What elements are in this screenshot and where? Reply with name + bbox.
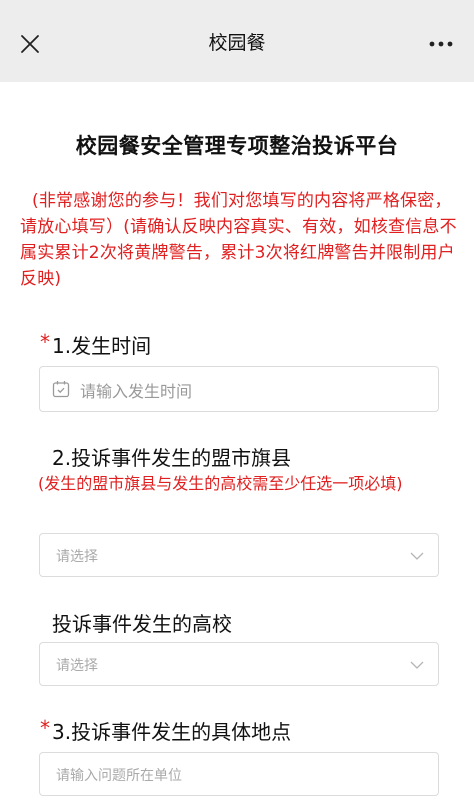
chevron-down-icon xyxy=(410,661,424,669)
question-2-note: (发生的盟市旗县与发生的高校需至少任选一项必填) xyxy=(38,472,458,496)
time-input-placeholder: 请输入发生时间 xyxy=(80,378,192,402)
location-input-placeholder: 请输入问题所在单位 xyxy=(56,765,182,785)
nav-title: 校园餐 xyxy=(0,28,474,55)
chevron-down-icon xyxy=(410,552,424,560)
region-select-placeholder: 请选择 xyxy=(56,546,98,566)
top-navbar: 校园餐 xyxy=(0,0,474,82)
university-select-placeholder: 请选择 xyxy=(56,655,98,675)
region-select[interactable]: 请选择 xyxy=(39,533,439,577)
university-select[interactable]: 请选择 xyxy=(39,642,439,686)
question-1-text: 1.发生时间 xyxy=(52,334,151,358)
calendar-icon xyxy=(52,380,70,398)
required-mark: * xyxy=(40,716,50,740)
required-mark: * xyxy=(40,330,50,354)
question-3-text: 3.投诉事件发生的具体地点 xyxy=(52,720,291,744)
location-input[interactable]: 请输入问题所在单位 xyxy=(39,752,439,796)
notice-text: (非常感谢您的参与！我们对您填写的内容将严格保密，请放心填写）(请确认反映内容真… xyxy=(20,188,458,292)
question-2-label: 2.投诉事件发生的盟市旗县 xyxy=(52,442,291,471)
time-input[interactable]: 请输入发生时间 xyxy=(39,366,439,412)
university-label: 投诉事件发生的高校 xyxy=(52,608,232,637)
question-1-label: * 1.发生时间 xyxy=(52,330,151,359)
question-3-label: * 3.投诉事件发生的具体地点 xyxy=(52,716,291,745)
more-icon[interactable] xyxy=(426,34,456,54)
page-title: 校园餐安全管理专项整治投诉平台 xyxy=(0,130,474,160)
